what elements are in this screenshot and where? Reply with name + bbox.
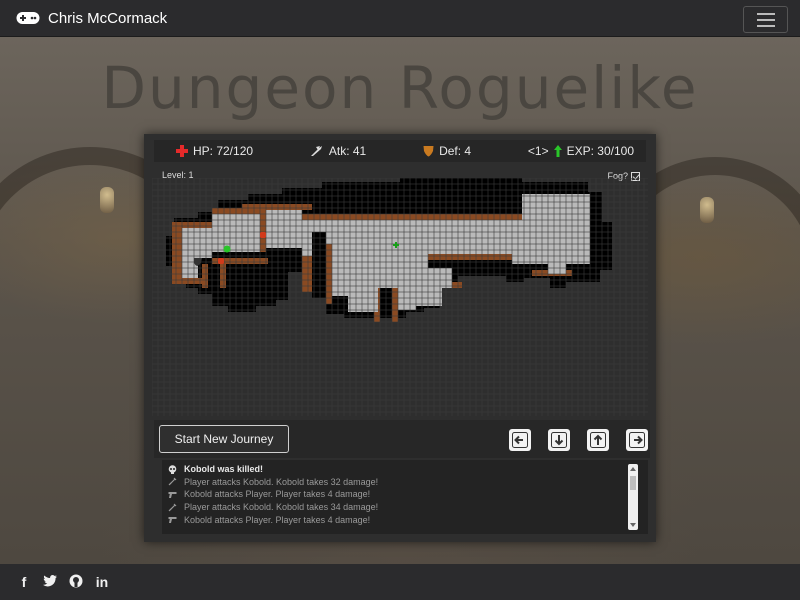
enemy-marker (218, 258, 224, 264)
log-entry: Kobold was killed! (162, 463, 648, 476)
start-new-journey-button[interactable]: Start New Journey (159, 425, 289, 453)
enemy-marker (260, 232, 266, 238)
attack-icon (310, 146, 322, 156)
twitter-icon[interactable] (43, 574, 57, 590)
controls-bar: Start New Journey (154, 420, 650, 458)
linkedin-icon[interactable]: in (95, 574, 109, 590)
atk-value: Atk: 41 (328, 144, 367, 158)
log-entry-text: Kobold attacks Player. Player takes 4 da… (184, 489, 371, 500)
log-entry: Kobold attacks Player. Player takes 4 da… (162, 513, 648, 526)
gun-icon (168, 490, 177, 499)
move-up-button[interactable] (587, 429, 609, 451)
level-badge: <1> (527, 144, 549, 158)
move-left-button[interactable] (509, 429, 531, 451)
facebook-icon[interactable]: f (17, 574, 31, 590)
message-log[interactable]: Kobold was killed! Player attacks Kobold.… (162, 460, 648, 534)
move-right-button[interactable] (626, 429, 648, 451)
dungeon-map (152, 178, 648, 416)
exp-value: EXP: 30/100 (566, 144, 634, 158)
def-value: Def: 4 (439, 144, 472, 158)
log-entry: Player attacks Kobold. Kobold takes 32 d… (162, 476, 648, 489)
arrow-down-icon (551, 432, 567, 448)
gun-icon (168, 515, 177, 524)
log-entry-text: Player attacks Kobold. Kobold takes 34 d… (184, 502, 379, 513)
stats-bar: HP: 72/120 Atk: 41 Def: 4 <1> EXP: 30/10… (154, 140, 646, 162)
github-icon[interactable] (69, 574, 83, 591)
def-stat: Def: 4 (423, 144, 471, 158)
atk-stat: Atk: 41 (310, 144, 366, 158)
log-scrollbar[interactable] (628, 464, 638, 530)
exp-arrow-icon (553, 145, 562, 157)
brand-name: Chris McCormack (48, 9, 168, 27)
top-navbar: Chris McCormack (0, 0, 800, 37)
page-title: Dungeon Roguelike (101, 54, 699, 122)
arrow-up-icon (590, 432, 606, 448)
log-entry-text: Kobold was killed! (184, 464, 264, 475)
brand-link[interactable]: Chris McCormack (16, 10, 167, 27)
sword-icon (168, 503, 177, 512)
log-entry: Kobold attacks Player. Player takes 4 da… (162, 488, 648, 501)
sword-icon (168, 477, 177, 486)
player-marker (223, 245, 231, 253)
log-entry-text: Player attacks Kobold. Kobold takes 32 d… (184, 476, 379, 487)
exp-stat: <1> EXP: 30/100 (528, 144, 634, 158)
move-down-button[interactable] (548, 429, 570, 451)
skull-icon (168, 464, 177, 474)
arrow-left-icon (512, 432, 528, 448)
shield-icon (423, 146, 434, 157)
health-cross-icon (176, 145, 188, 157)
log-entry: Player attacks Kobold. Kobold takes 34 d… (162, 501, 648, 514)
log-entry-text: Kobold attacks Player. Player takes 4 da… (184, 514, 371, 525)
arrow-right-icon (629, 432, 645, 448)
hamburger-menu-button[interactable] (743, 6, 788, 33)
hp-stat: HP: 72/120 (176, 144, 253, 158)
game-panel: HP: 72/120 Atk: 41 Def: 4 <1> EXP: 30/10… (144, 134, 656, 542)
hp-value: HP: 72/120 (193, 144, 254, 158)
gamepad-icon (16, 11, 40, 25)
footer: f in (0, 564, 800, 600)
